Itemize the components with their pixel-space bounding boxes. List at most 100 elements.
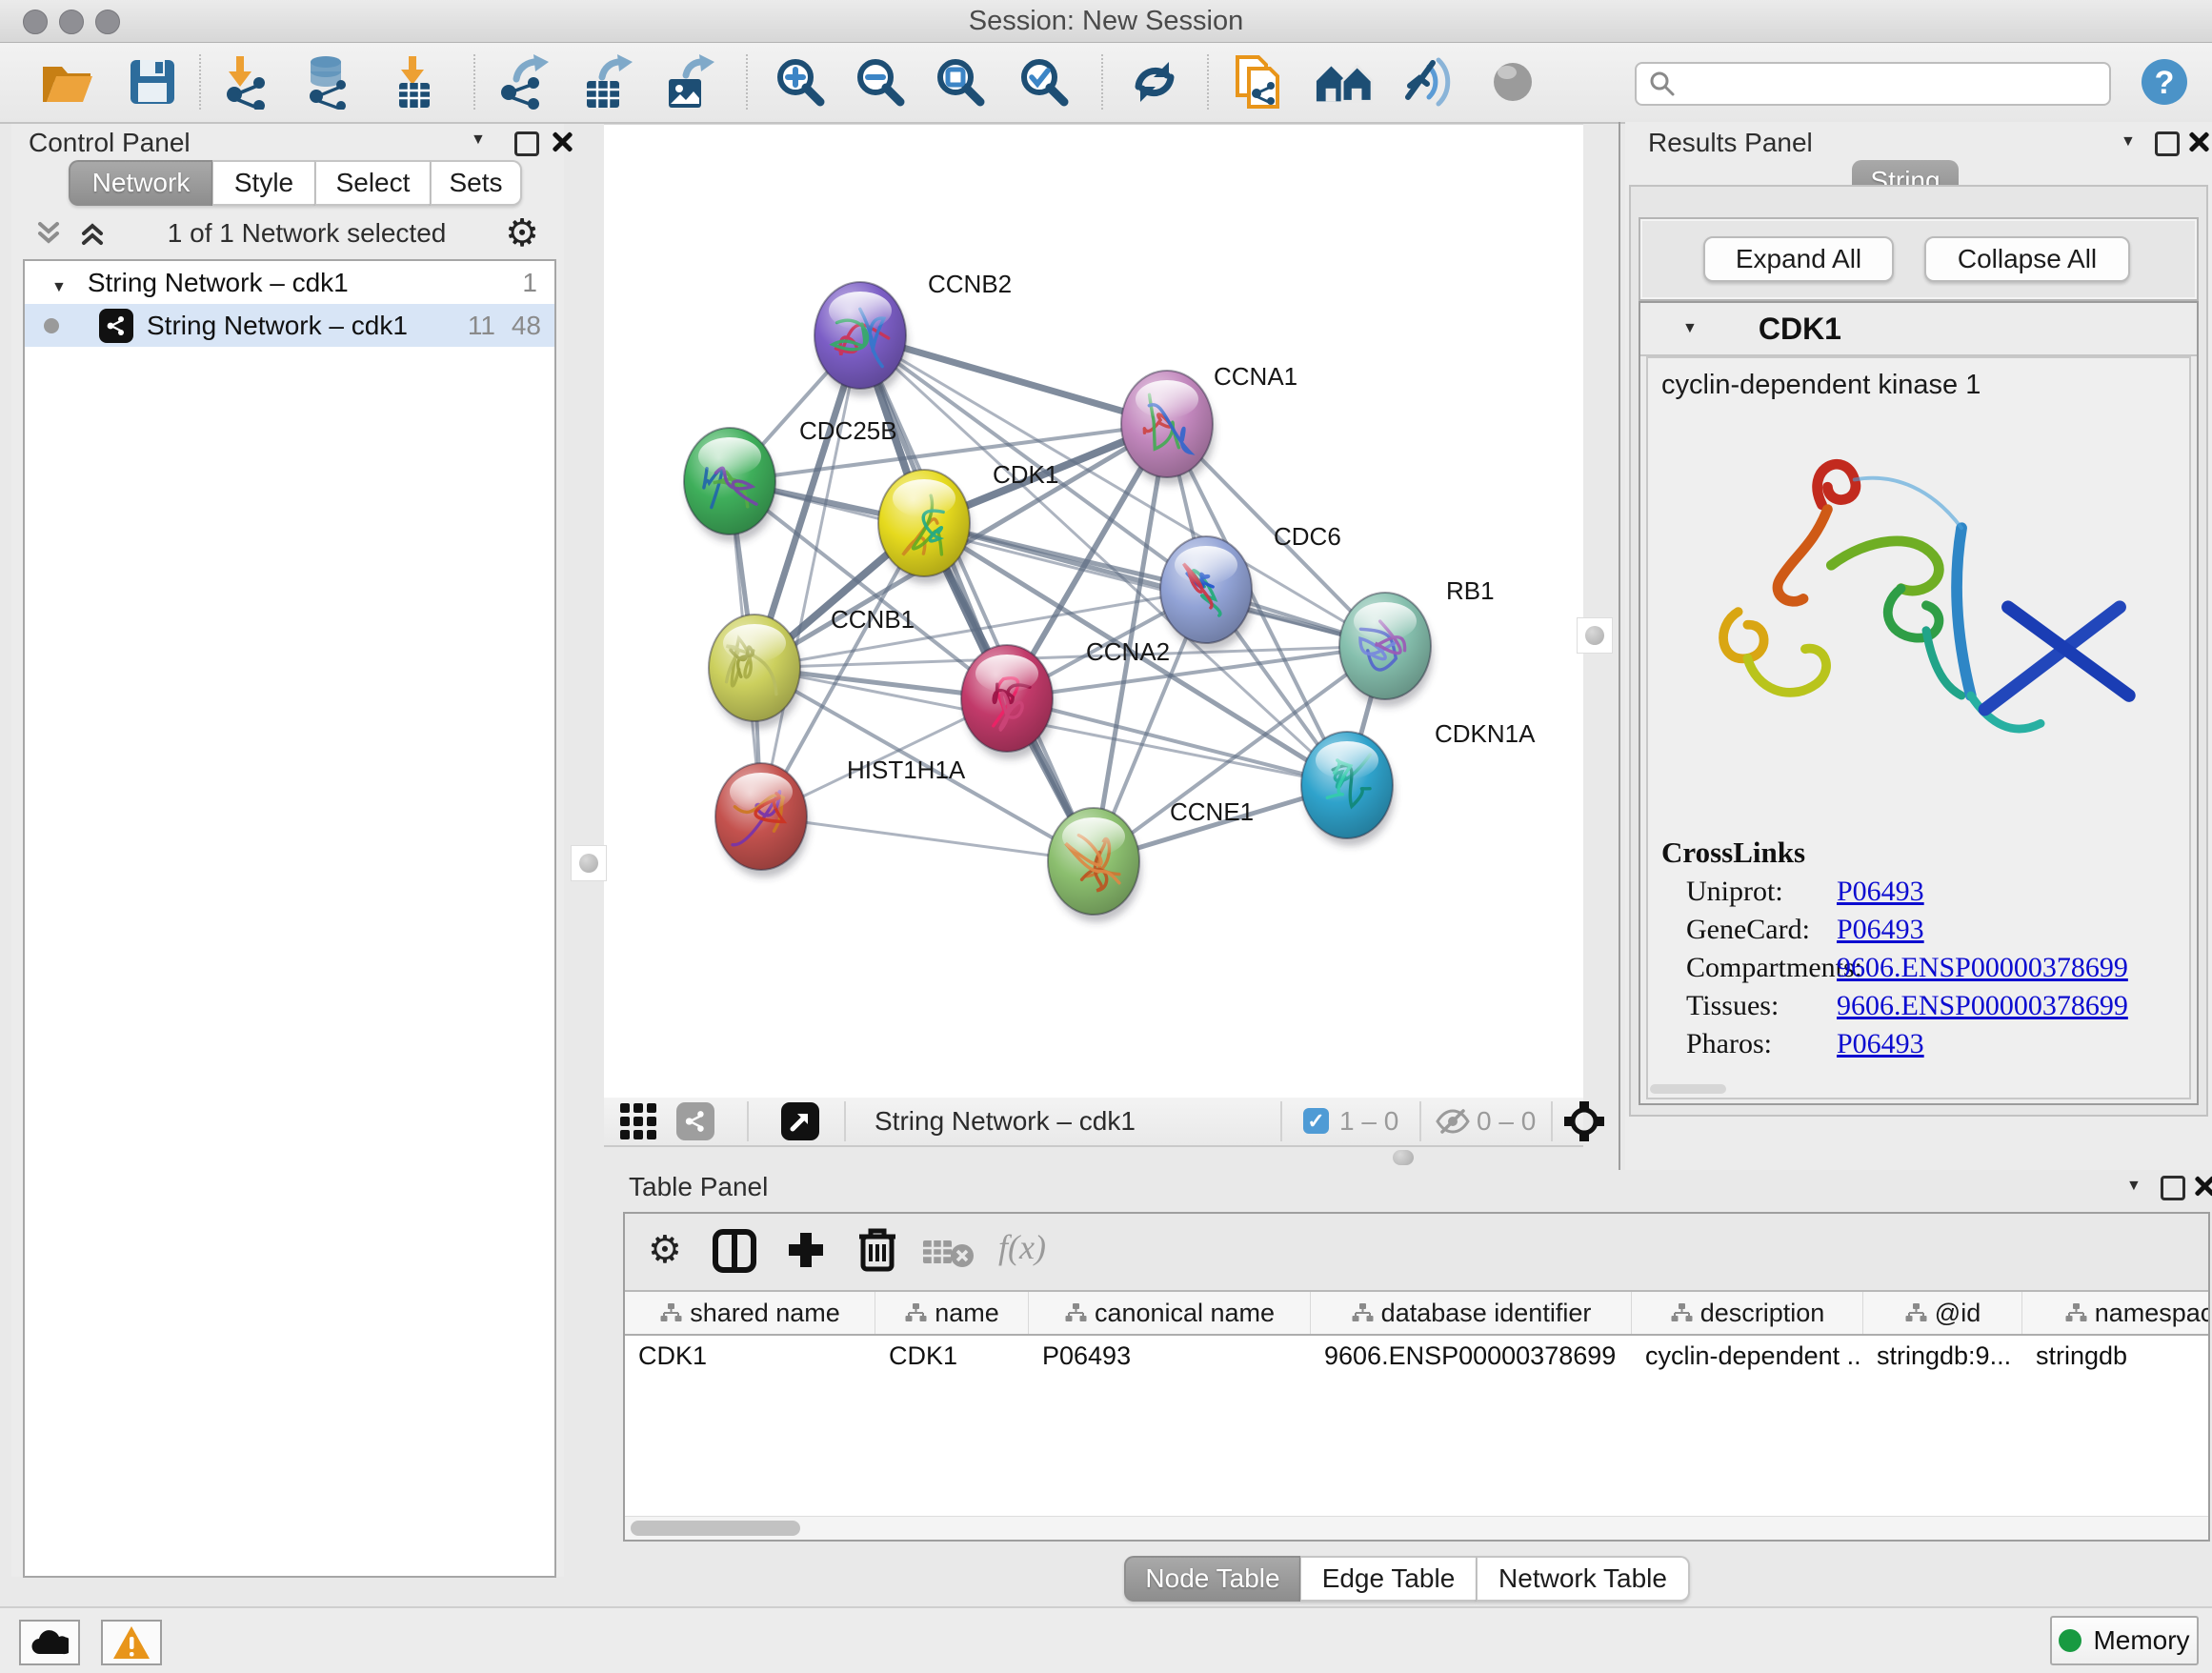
- warning-status-button[interactable]: [101, 1620, 162, 1665]
- network-node-rb1[interactable]: [1339, 593, 1433, 707]
- zoom-out-icon[interactable]: [850, 52, 911, 111]
- tab-node-table[interactable]: Node Table: [1124, 1556, 1300, 1602]
- expand-all-button[interactable]: Expand All: [1703, 236, 1894, 282]
- table-panel-float-icon[interactable]: [2161, 1176, 2185, 1200]
- column-header--id[interactable]: @id: [1863, 1292, 2022, 1334]
- memory-button[interactable]: Memory: [2050, 1616, 2199, 1665]
- crosslinks-list: Uniprot:P06493GeneCard:P06493Compartment…: [1648, 876, 2189, 1060]
- delete-column-icon[interactable]: [857, 1227, 897, 1273]
- tab-sets[interactable]: Sets: [431, 160, 522, 206]
- search-input[interactable]: [1635, 62, 2111, 106]
- left-splitter-handle[interactable]: [571, 845, 607, 881]
- crosslink-row: Pharos:P06493: [1686, 1028, 2189, 1060]
- network-node-ccna1[interactable]: [1121, 371, 1215, 485]
- delete-table-icon: [922, 1237, 975, 1269]
- network-node-ccnb2[interactable]: [814, 282, 908, 396]
- node-label: CDKN1A: [1435, 719, 1536, 748]
- network-edge[interactable]: [761, 816, 1094, 861]
- copy-layout-icon[interactable]: [1227, 52, 1288, 111]
- network-node-cdkn1a[interactable]: [1301, 732, 1395, 846]
- show-columns-icon[interactable]: [713, 1229, 756, 1273]
- table-hscroll-thumb[interactable]: [631, 1521, 800, 1536]
- tab-network-table[interactable]: Network Table: [1477, 1556, 1690, 1602]
- selected-checkbox-icon[interactable]: [1303, 1108, 1329, 1134]
- network-node-hist1h1a[interactable]: [715, 763, 809, 877]
- crosslink-link[interactable]: P06493: [1837, 876, 1924, 908]
- results-hscroll-thumb[interactable]: [1650, 1084, 1726, 1094]
- import-table-icon[interactable]: [383, 52, 444, 111]
- zoom-fit-icon[interactable]: [930, 52, 991, 111]
- crosslink-link[interactable]: P06493: [1837, 914, 1924, 946]
- right-splitter-handle[interactable]: [1577, 617, 1613, 654]
- table-panel-menu-icon[interactable]: [2126, 1178, 2142, 1195]
- collapse-all-icon[interactable]: [32, 218, 65, 249]
- export-image-icon[interactable]: [659, 52, 720, 111]
- tab-network[interactable]: Network: [69, 160, 212, 206]
- crosslink-link[interactable]: 9606.ENSP00000378699: [1837, 952, 2128, 984]
- table-row[interactable]: CDK1CDK1P064939606.ENSP00000378699cyclin…: [625, 1336, 2210, 1376]
- refresh-icon[interactable]: [1124, 52, 1185, 111]
- import-network-icon[interactable]: [217, 52, 278, 111]
- add-column-icon[interactable]: [785, 1229, 827, 1271]
- network-node-cdc25b[interactable]: [684, 428, 777, 542]
- tab-edge-table[interactable]: Edge Table: [1300, 1556, 1477, 1602]
- window-title: Session: New Session: [0, 6, 2212, 37]
- import-network-from-database-icon[interactable]: [297, 52, 358, 111]
- column-header-database-identifier[interactable]: database identifier: [1311, 1292, 1632, 1334]
- open-session-icon[interactable]: [36, 52, 97, 111]
- node-position-crosshair-icon[interactable]: [1564, 1101, 1604, 1146]
- home-icon[interactable]: [1315, 52, 1376, 111]
- table-options-gear-icon[interactable]: [648, 1231, 682, 1269]
- column-header-description[interactable]: description: [1632, 1292, 1863, 1334]
- column-header-canonical-name[interactable]: canonical name: [1029, 1292, 1311, 1334]
- column-header-name[interactable]: name: [875, 1292, 1029, 1334]
- toolbar-separator: [1419, 1101, 1421, 1141]
- expand-all-icon[interactable]: [76, 218, 109, 249]
- network-edge[interactable]: [761, 335, 860, 816]
- cloud-status-button[interactable]: [19, 1620, 80, 1665]
- show-graphics-details-icon[interactable]: [1482, 52, 1543, 111]
- network-node-ccnb1[interactable]: [709, 615, 802, 729]
- column-header-shared-name[interactable]: shared name: [625, 1292, 875, 1334]
- network-collection-row[interactable]: String Network – cdk1 1: [25, 261, 554, 304]
- save-session-icon[interactable]: [122, 52, 183, 111]
- main-toolbar: ?: [0, 43, 2212, 124]
- network-node-ccne1[interactable]: [1048, 808, 1141, 922]
- tab-select[interactable]: Select: [315, 160, 431, 206]
- crosslink-link[interactable]: 9606.ENSP00000378699: [1837, 990, 2128, 1022]
- tab-style[interactable]: Style: [212, 160, 315, 206]
- string-badge-icon[interactable]: [676, 1102, 714, 1140]
- node-label: CCNA1: [1214, 362, 1297, 391]
- export-network-icon[interactable]: [493, 52, 554, 111]
- zoom-in-icon[interactable]: [770, 52, 831, 111]
- table-hscrollbar[interactable]: [625, 1516, 2208, 1540]
- network-node-cdc6[interactable]: [1160, 536, 1254, 651]
- function-builder-icon: f(x): [998, 1227, 1046, 1267]
- crosslink-row: Tissues:9606.ENSP00000378699: [1686, 990, 2189, 1022]
- export-table-icon[interactable]: [577, 52, 638, 111]
- horizontal-splitter-handle[interactable]: [1393, 1150, 1414, 1165]
- window-titlebar: Session: New Session: [0, 0, 2212, 43]
- hidden-eye-slash-icon: [1435, 1107, 1471, 1140]
- network-canvas[interactable]: CCNB2CCNA1CDC25BCDK1CDC6RB1CCNB1CCNA2CDK…: [604, 124, 1583, 1099]
- zoom-selected-icon[interactable]: [1014, 52, 1075, 111]
- network-node-cdk1[interactable]: [878, 470, 972, 584]
- hide-graphics-icon[interactable]: [1398, 52, 1459, 111]
- status-bar: Memory: [0, 1606, 2212, 1673]
- column-header-namespace[interactable]: namespace: [2022, 1292, 2210, 1334]
- collapse-all-button[interactable]: Collapse All: [1924, 236, 2130, 282]
- open-in-browser-icon[interactable]: [781, 1102, 819, 1140]
- control-panel-menu-icon[interactable]: [471, 131, 486, 149]
- network-node-ccna2[interactable]: [961, 645, 1055, 759]
- birdseye-view-icon[interactable]: [619, 1102, 657, 1140]
- gene-section-header[interactable]: CDK1: [1640, 303, 2197, 356]
- network-row-selected[interactable]: String Network – cdk1 11 48: [25, 304, 554, 347]
- crosslink-label: Tissues:: [1686, 990, 1837, 1022]
- crosslink-link[interactable]: P06493: [1837, 1028, 1924, 1060]
- network-options-gear-icon[interactable]: [505, 214, 539, 252]
- toolbar-separator: [1101, 54, 1103, 110]
- help-icon[interactable]: ?: [2134, 52, 2195, 111]
- results-panel-float-icon[interactable]: [2155, 131, 2180, 156]
- results-panel-menu-icon[interactable]: [2121, 133, 2136, 151]
- control-panel-float-icon[interactable]: [514, 131, 539, 156]
